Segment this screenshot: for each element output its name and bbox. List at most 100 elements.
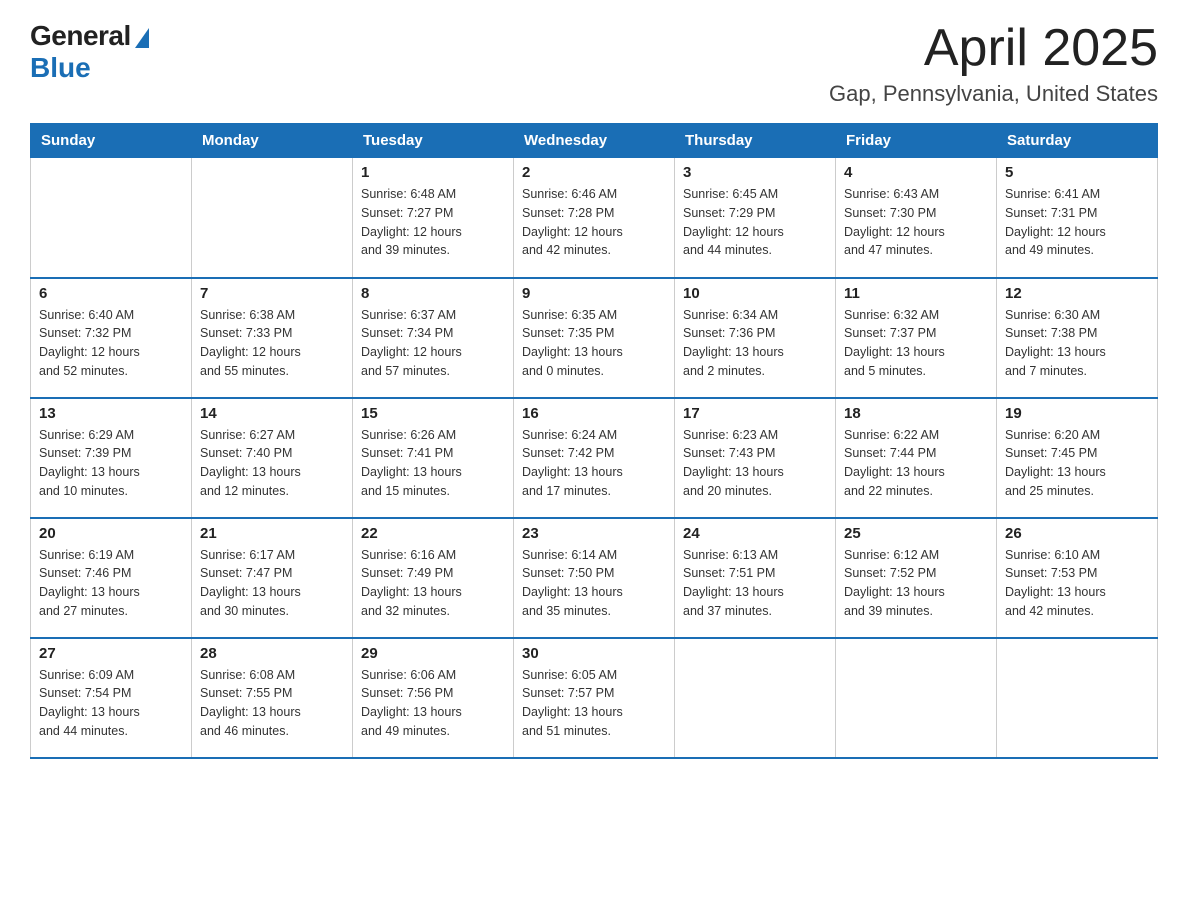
day-cell: 26 Sunrise: 6:10 AM Sunset: 7:53 PM Dayli… (997, 518, 1158, 638)
day-number: 5 (1005, 164, 1149, 181)
day-cell (836, 638, 997, 758)
day-number: 10 (683, 285, 827, 302)
day-info: Sunrise: 6:16 AM Sunset: 7:49 PM Dayligh… (361, 546, 505, 621)
day-cell: 2 Sunrise: 6:46 AM Sunset: 7:28 PM Daylig… (514, 158, 675, 278)
day-number: 17 (683, 405, 827, 422)
day-info: Sunrise: 6:22 AM Sunset: 7:44 PM Dayligh… (844, 426, 988, 501)
day-number: 23 (522, 525, 666, 542)
header-cell-saturday: Saturday (997, 124, 1158, 158)
day-number: 8 (361, 285, 505, 302)
day-info: Sunrise: 6:45 AM Sunset: 7:29 PM Dayligh… (683, 185, 827, 260)
day-cell: 21Sunrise: 6:17 AM Sunset: 7:47 PM Dayli… (192, 518, 353, 638)
week-row: 27 Sunrise: 6:09 AM Sunset: 7:54 PM Dayli… (31, 638, 1158, 758)
day-cell: 27 Sunrise: 6:09 AM Sunset: 7:54 PM Dayli… (31, 638, 192, 758)
header-cell-friday: Friday (836, 124, 997, 158)
week-row: 6 Sunrise: 6:40 AM Sunset: 7:32 PM Daylig… (31, 278, 1158, 398)
day-number: 19 (1005, 405, 1149, 422)
day-number: 1 (361, 164, 505, 181)
day-number: 27 (39, 645, 183, 662)
day-number: 18 (844, 405, 988, 422)
logo: General Blue (30, 20, 149, 84)
header-cell-monday: Monday (192, 124, 353, 158)
calendar-header: SundayMondayTuesdayWednesdayThursdayFrid… (31, 124, 1158, 158)
day-cell: 14 Sunrise: 6:27 AM Sunset: 7:40 PM Dayli… (192, 398, 353, 518)
day-cell: 25Sunrise: 6:12 AM Sunset: 7:52 PM Dayli… (836, 518, 997, 638)
day-info: Sunrise: 6:48 AM Sunset: 7:27 PM Dayligh… (361, 185, 505, 260)
day-cell: 19 Sunrise: 6:20 AM Sunset: 7:45 PM Dayli… (997, 398, 1158, 518)
day-cell (192, 158, 353, 278)
day-info: Sunrise: 6:26 AM Sunset: 7:41 PM Dayligh… (361, 426, 505, 501)
day-number: 9 (522, 285, 666, 302)
day-info: Sunrise: 6:30 AM Sunset: 7:38 PM Dayligh… (1005, 306, 1149, 381)
day-cell: 8 Sunrise: 6:37 AM Sunset: 7:34 PM Daylig… (353, 278, 514, 398)
day-info: Sunrise: 6:09 AM Sunset: 7:54 PM Dayligh… (39, 666, 183, 741)
day-number: 29 (361, 645, 505, 662)
day-number: 30 (522, 645, 666, 662)
day-cell: 6 Sunrise: 6:40 AM Sunset: 7:32 PM Daylig… (31, 278, 192, 398)
day-number: 28 (200, 645, 344, 662)
day-number: 6 (39, 285, 183, 302)
calendar-table: SundayMondayTuesdayWednesdayThursdayFrid… (30, 123, 1158, 759)
day-cell: 4Sunrise: 6:43 AM Sunset: 7:30 PM Daylig… (836, 158, 997, 278)
day-number: 7 (200, 285, 344, 302)
day-info: Sunrise: 6:37 AM Sunset: 7:34 PM Dayligh… (361, 306, 505, 381)
day-info: Sunrise: 6:35 AM Sunset: 7:35 PM Dayligh… (522, 306, 666, 381)
day-cell: 5Sunrise: 6:41 AM Sunset: 7:31 PM Daylig… (997, 158, 1158, 278)
day-number: 2 (522, 164, 666, 181)
day-cell: 17 Sunrise: 6:23 AM Sunset: 7:43 PM Dayli… (675, 398, 836, 518)
day-cell (31, 158, 192, 278)
day-info: Sunrise: 6:08 AM Sunset: 7:55 PM Dayligh… (200, 666, 344, 741)
day-number: 3 (683, 164, 827, 181)
logo-general-text: General (30, 20, 131, 52)
header-row: SundayMondayTuesdayWednesdayThursdayFrid… (31, 124, 1158, 158)
day-cell: 28 Sunrise: 6:08 AM Sunset: 7:55 PM Dayli… (192, 638, 353, 758)
day-cell: 30Sunrise: 6:05 AM Sunset: 7:57 PM Dayli… (514, 638, 675, 758)
week-row: 20 Sunrise: 6:19 AM Sunset: 7:46 PM Dayli… (31, 518, 1158, 638)
day-info: Sunrise: 6:12 AM Sunset: 7:52 PM Dayligh… (844, 546, 988, 621)
day-number: 11 (844, 285, 988, 302)
day-number: 14 (200, 405, 344, 422)
day-cell: 20 Sunrise: 6:19 AM Sunset: 7:46 PM Dayli… (31, 518, 192, 638)
header-cell-sunday: Sunday (31, 124, 192, 158)
title-area: April 2025 Gap, Pennsylvania, United Sta… (829, 20, 1158, 107)
header-cell-tuesday: Tuesday (353, 124, 514, 158)
day-cell (997, 638, 1158, 758)
day-info: Sunrise: 6:34 AM Sunset: 7:36 PM Dayligh… (683, 306, 827, 381)
logo-triangle-icon (135, 28, 149, 48)
day-info: Sunrise: 6:20 AM Sunset: 7:45 PM Dayligh… (1005, 426, 1149, 501)
day-info: Sunrise: 6:06 AM Sunset: 7:56 PM Dayligh… (361, 666, 505, 741)
day-info: Sunrise: 6:24 AM Sunset: 7:42 PM Dayligh… (522, 426, 666, 501)
day-info: Sunrise: 6:32 AM Sunset: 7:37 PM Dayligh… (844, 306, 988, 381)
day-info: Sunrise: 6:29 AM Sunset: 7:39 PM Dayligh… (39, 426, 183, 501)
day-info: Sunrise: 6:38 AM Sunset: 7:33 PM Dayligh… (200, 306, 344, 381)
header-cell-wednesday: Wednesday (514, 124, 675, 158)
day-cell: 12 Sunrise: 6:30 AM Sunset: 7:38 PM Dayli… (997, 278, 1158, 398)
day-cell: 11 Sunrise: 6:32 AM Sunset: 7:37 PM Dayli… (836, 278, 997, 398)
day-cell: 18 Sunrise: 6:22 AM Sunset: 7:44 PM Dayli… (836, 398, 997, 518)
day-info: Sunrise: 6:46 AM Sunset: 7:28 PM Dayligh… (522, 185, 666, 260)
day-info: Sunrise: 6:23 AM Sunset: 7:43 PM Dayligh… (683, 426, 827, 501)
day-info: Sunrise: 6:43 AM Sunset: 7:30 PM Dayligh… (844, 185, 988, 260)
day-number: 15 (361, 405, 505, 422)
day-cell: 24Sunrise: 6:13 AM Sunset: 7:51 PM Dayli… (675, 518, 836, 638)
day-info: Sunrise: 6:40 AM Sunset: 7:32 PM Dayligh… (39, 306, 183, 381)
calendar-body: 1 Sunrise: 6:48 AM Sunset: 7:27 PM Daylig… (31, 158, 1158, 758)
day-number: 26 (1005, 525, 1149, 542)
day-cell: 10 Sunrise: 6:34 AM Sunset: 7:36 PM Dayli… (675, 278, 836, 398)
day-number: 21 (200, 525, 344, 542)
day-info: Sunrise: 6:27 AM Sunset: 7:40 PM Dayligh… (200, 426, 344, 501)
day-info: Sunrise: 6:14 AM Sunset: 7:50 PM Dayligh… (522, 546, 666, 621)
day-info: Sunrise: 6:19 AM Sunset: 7:46 PM Dayligh… (39, 546, 183, 621)
day-cell: 3 Sunrise: 6:45 AM Sunset: 7:29 PM Daylig… (675, 158, 836, 278)
day-cell: 29 Sunrise: 6:06 AM Sunset: 7:56 PM Dayli… (353, 638, 514, 758)
calendar-subtitle: Gap, Pennsylvania, United States (829, 81, 1158, 107)
week-row: 1 Sunrise: 6:48 AM Sunset: 7:27 PM Daylig… (31, 158, 1158, 278)
day-number: 13 (39, 405, 183, 422)
day-number: 20 (39, 525, 183, 542)
day-cell: 22 Sunrise: 6:16 AM Sunset: 7:49 PM Dayli… (353, 518, 514, 638)
day-cell: 16Sunrise: 6:24 AM Sunset: 7:42 PM Dayli… (514, 398, 675, 518)
day-number: 22 (361, 525, 505, 542)
day-number: 12 (1005, 285, 1149, 302)
day-info: Sunrise: 6:10 AM Sunset: 7:53 PM Dayligh… (1005, 546, 1149, 621)
day-cell: 15 Sunrise: 6:26 AM Sunset: 7:41 PM Dayli… (353, 398, 514, 518)
